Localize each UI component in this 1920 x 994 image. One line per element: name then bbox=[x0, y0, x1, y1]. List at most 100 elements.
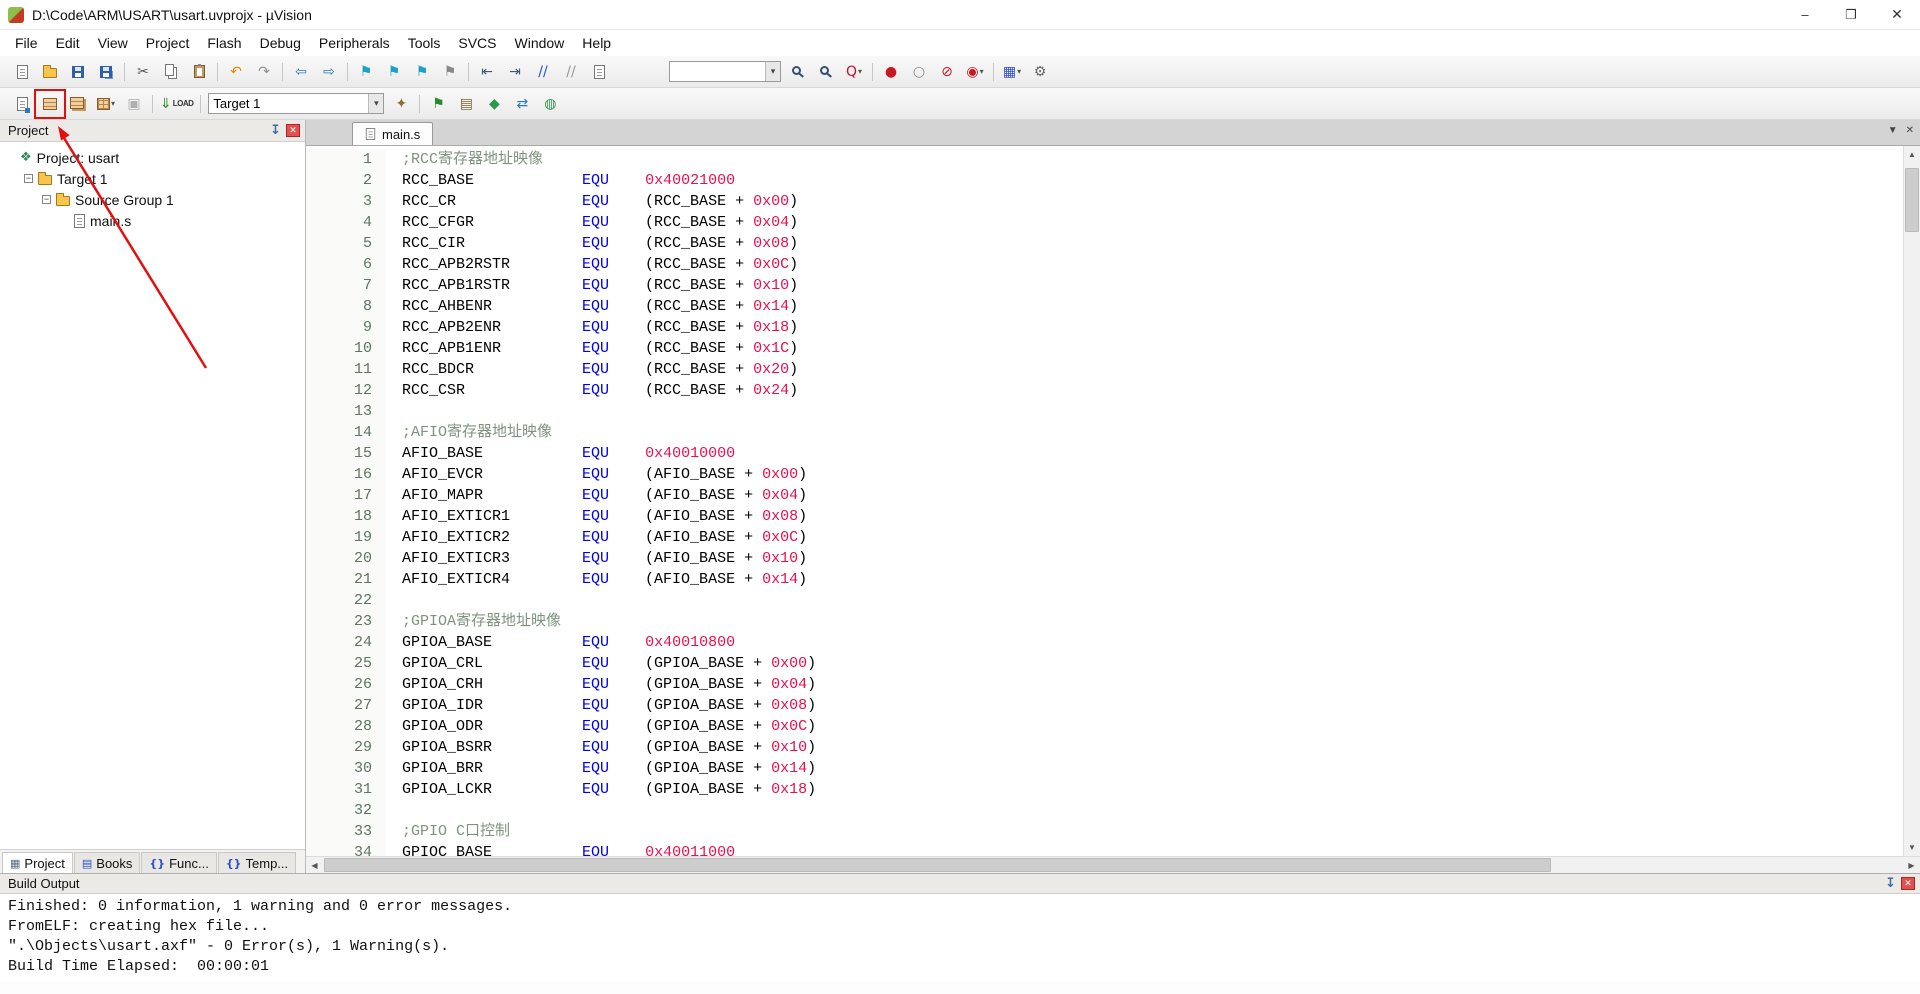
toggle-breakpoint-button[interactable]: ● bbox=[878, 60, 904, 84]
chevron-down-icon[interactable]: ▾ bbox=[765, 62, 780, 81]
menu-item-view[interactable]: View bbox=[89, 32, 137, 54]
undo-button[interactable]: ↶ bbox=[223, 60, 249, 84]
bookmark-next-button[interactable]: ⚑ bbox=[409, 60, 435, 84]
maximize-button[interactable]: ❐ bbox=[1828, 0, 1874, 29]
menu-item-tools[interactable]: Tools bbox=[399, 32, 450, 54]
stop-build-button[interactable]: ▣ bbox=[121, 92, 147, 116]
rebuild-button[interactable] bbox=[65, 92, 91, 116]
find-text-combo-input[interactable] bbox=[670, 62, 765, 81]
scroll-right-button[interactable]: ▶ bbox=[1903, 857, 1920, 873]
menu-item-debug[interactable]: Debug bbox=[251, 32, 310, 54]
menu-item-peripherals[interactable]: Peripherals bbox=[310, 32, 399, 54]
bookmark-prev-button[interactable]: ⚑ bbox=[381, 60, 407, 84]
insert-template-button[interactable] bbox=[586, 60, 612, 84]
tree-item-project-usart[interactable]: ❖ Project: usart bbox=[0, 147, 305, 168]
close-document-button[interactable]: ✕ bbox=[1906, 125, 1914, 136]
close-project-panel-button[interactable]: ✕ bbox=[286, 124, 300, 137]
pin-icon[interactable]: ↧ bbox=[270, 123, 281, 138]
build-output-text[interactable]: Finished: 0 information, 1 warning and 0… bbox=[0, 894, 1920, 982]
scroll-down-button[interactable]: ▼ bbox=[1904, 839, 1920, 856]
configuration-button[interactable]: ⚙ bbox=[1027, 60, 1053, 84]
disable-breakpoint-button[interactable]: ○ bbox=[906, 60, 932, 84]
save-button[interactable] bbox=[65, 60, 91, 84]
nav-forward-button[interactable]: ⇨ bbox=[316, 60, 342, 84]
debug-windows-button[interactable]: ▦ ▾ bbox=[999, 60, 1025, 84]
menu-item-file[interactable]: File bbox=[6, 32, 47, 54]
code-area[interactable]: 1 ;RCC寄存器地址映像 2 RCC_BASE EQU 0x40021000 3 RCC… bbox=[306, 146, 1903, 856]
build-button[interactable] bbox=[34, 88, 66, 119]
manage-rte-button[interactable]: ◆ bbox=[481, 92, 507, 116]
incremental-find-button[interactable]: Q ▾ bbox=[841, 60, 867, 84]
paste-button[interactable] bbox=[186, 60, 212, 84]
find-button[interactable] bbox=[813, 60, 839, 84]
menu-item-svcs[interactable]: SVCS bbox=[449, 32, 505, 54]
tree-expander-icon[interactable]: − bbox=[42, 195, 51, 204]
download-button-label: LOAD bbox=[172, 99, 194, 108]
multi-project-icon: ⇄ bbox=[516, 95, 529, 112]
panel-tab-func[interactable]: {} Func... bbox=[141, 852, 217, 873]
line-number: 4 bbox=[306, 212, 386, 233]
code-line-text: AFIO_EVCR EQU (AFIO_BASE + 0x00) bbox=[402, 466, 808, 483]
code-line-text: ;GPIOA寄存器地址映像 bbox=[402, 613, 562, 630]
target-select-input[interactable] bbox=[209, 94, 369, 113]
kill-breakpoints-button[interactable]: ⊘ bbox=[934, 60, 960, 84]
code-line: 17 AFIO_MAPR EQU (AFIO_BASE + 0x04) bbox=[306, 485, 1903, 506]
menu-bar: File Edit View Project Flash Debug Peripherals… bbox=[0, 30, 1920, 56]
breakpoints-menu-button[interactable]: ◉ ▾ bbox=[962, 60, 988, 84]
panel-tab-project[interactable]: ▦ Project bbox=[2, 852, 73, 873]
menu-item-help[interactable]: Help bbox=[573, 32, 620, 54]
options-for-target-button[interactable]: ✦ bbox=[388, 92, 414, 116]
chevron-down-icon[interactable]: ▾ bbox=[368, 94, 384, 113]
file-extensions-button[interactable]: ⚑ bbox=[425, 92, 451, 116]
find-in-files-button[interactable] bbox=[785, 60, 811, 84]
uncomment-button[interactable]: // bbox=[558, 60, 584, 84]
minimize-button[interactable]: – bbox=[1782, 0, 1828, 29]
batch-build-button[interactable]: ▾ bbox=[93, 92, 119, 116]
menu-item-flash[interactable]: Flash bbox=[198, 32, 250, 54]
tab-list-button[interactable]: ▼ bbox=[1888, 125, 1898, 136]
scroll-up-button[interactable]: ▲ bbox=[1904, 146, 1920, 163]
menu-item-edit[interactable]: Edit bbox=[47, 32, 89, 54]
bookmark-clear-button[interactable]: ⚑ bbox=[437, 60, 463, 84]
unindent-button[interactable]: ⇤ bbox=[474, 60, 500, 84]
nav-back-button[interactable]: ⇦ bbox=[288, 60, 314, 84]
redo-button[interactable]: ↷ bbox=[251, 60, 277, 84]
close-build-output-button[interactable]: ✕ bbox=[1901, 877, 1915, 890]
tree-expander-icon[interactable]: − bbox=[24, 174, 33, 183]
tree-item-main-s[interactable]: main.s bbox=[0, 210, 305, 231]
find-text-combo[interactable]: ▾ bbox=[669, 61, 781, 82]
menu-item-window[interactable]: Window bbox=[506, 32, 574, 54]
save-all-button[interactable] bbox=[93, 60, 119, 84]
tree-item-target-1[interactable]: − Target 1 bbox=[0, 168, 305, 189]
tree-item-source-group-1[interactable]: − Source Group 1 bbox=[0, 189, 305, 210]
scroll-left-button[interactable]: ◀ bbox=[306, 857, 323, 873]
toolbar-separator bbox=[282, 62, 283, 81]
menu-item-project[interactable]: Project bbox=[137, 32, 199, 54]
translate-button[interactable] bbox=[9, 92, 35, 116]
vertical-scrollbar[interactable]: ▲ ▼ bbox=[1903, 146, 1920, 856]
copy-button[interactable] bbox=[158, 60, 184, 84]
close-button[interactable]: ✕ bbox=[1874, 0, 1920, 29]
panel-tab-books[interactable]: ▤ Books bbox=[73, 852, 141, 873]
comment-button[interactable]: // bbox=[530, 60, 556, 84]
horizontal-scrollbar[interactable]: ◀ ▶ bbox=[306, 856, 1920, 873]
panel-tab-temp[interactable]: {} Temp... bbox=[217, 852, 297, 873]
download-button[interactable]: ⇓ LOAD bbox=[158, 92, 195, 116]
tab-main-s[interactable]: main.s bbox=[352, 122, 434, 145]
toolbar-separator bbox=[217, 62, 218, 81]
new-file-button[interactable] bbox=[9, 60, 35, 84]
vertical-scroll-thumb[interactable] bbox=[1905, 168, 1919, 232]
pin-icon[interactable]: ↧ bbox=[1885, 876, 1896, 891]
code-line: 11 RCC_BDCR EQU (RCC_BASE + 0x20) bbox=[306, 359, 1903, 380]
open-file-button[interactable] bbox=[37, 60, 63, 84]
multi-project-button[interactable]: ⇄ bbox=[509, 92, 535, 116]
pack-installer-button[interactable]: ◍ bbox=[537, 92, 563, 116]
code-line-text: ;GPIO C口控制 bbox=[402, 823, 511, 840]
horizontal-scroll-thumb[interactable] bbox=[324, 858, 1551, 872]
code-line-text: RCC_APB2RSTR EQU (RCC_BASE + 0x0C) bbox=[402, 256, 799, 273]
indent-button[interactable]: ⇥ bbox=[502, 60, 528, 84]
bookmark-toggle-button[interactable]: ⚑ bbox=[353, 60, 379, 84]
environment-books-button[interactable]: ▤ bbox=[453, 92, 479, 116]
target-select[interactable]: ▾ bbox=[208, 93, 385, 114]
cut-button[interactable]: ✂ bbox=[130, 60, 156, 84]
